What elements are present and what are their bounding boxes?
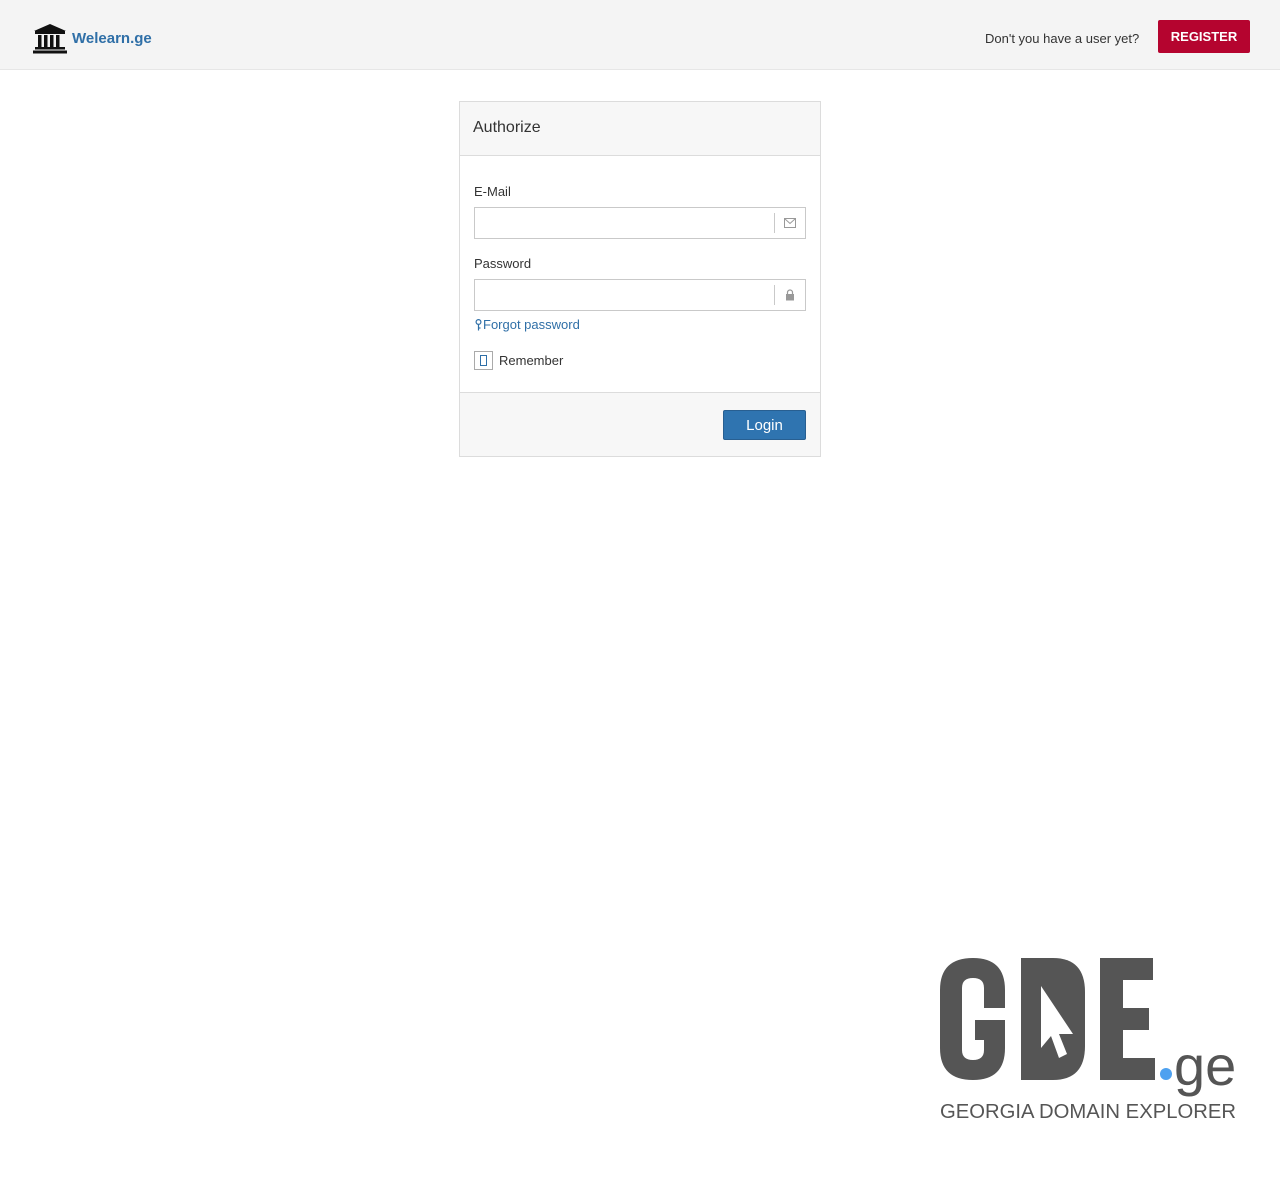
checkbox-glyph-icon bbox=[480, 355, 487, 366]
email-input-group bbox=[474, 207, 806, 239]
email-input[interactable] bbox=[475, 208, 775, 238]
password-input[interactable] bbox=[475, 280, 775, 310]
envelope-icon bbox=[774, 213, 805, 233]
panel-header: Authorize bbox=[460, 102, 820, 156]
password-input-group bbox=[474, 279, 806, 311]
key-icon bbox=[475, 318, 482, 330]
register-prompt: Don't you have a user yet? bbox=[985, 31, 1140, 46]
password-label: Password bbox=[474, 256, 532, 271]
panel-title: Authorize bbox=[473, 119, 541, 136]
remember-checkbox[interactable] bbox=[474, 351, 493, 370]
gde-logo-suffix: ge bbox=[1174, 1034, 1236, 1097]
register-button[interactable]: REGISTER bbox=[1158, 20, 1250, 53]
gde-logo-tagline: GEORGIA DOMAIN EXPLORER bbox=[940, 1101, 1236, 1123]
forgot-password-label: Forgot password bbox=[483, 317, 580, 332]
login-panel: Authorize E-Mail Password Forgot passwor… bbox=[459, 101, 821, 457]
panel-footer: Login bbox=[460, 392, 820, 456]
brand-link[interactable]: Welearn.ge bbox=[32, 22, 152, 54]
email-label: E-Mail bbox=[474, 184, 511, 199]
forgot-password-link[interactable]: Forgot password bbox=[474, 317, 580, 332]
brand-name: Welearn.ge bbox=[72, 29, 152, 47]
remember-label: Remember bbox=[499, 353, 564, 368]
gde-logo: ge GEORGIA DOMAIN EXPLORER bbox=[940, 958, 1236, 1123]
bank-building-icon bbox=[33, 24, 67, 54]
login-button[interactable]: Login bbox=[723, 410, 806, 440]
lock-icon bbox=[774, 285, 805, 305]
top-navbar: Welearn.ge Don't you have a user yet? RE… bbox=[0, 0, 1280, 70]
